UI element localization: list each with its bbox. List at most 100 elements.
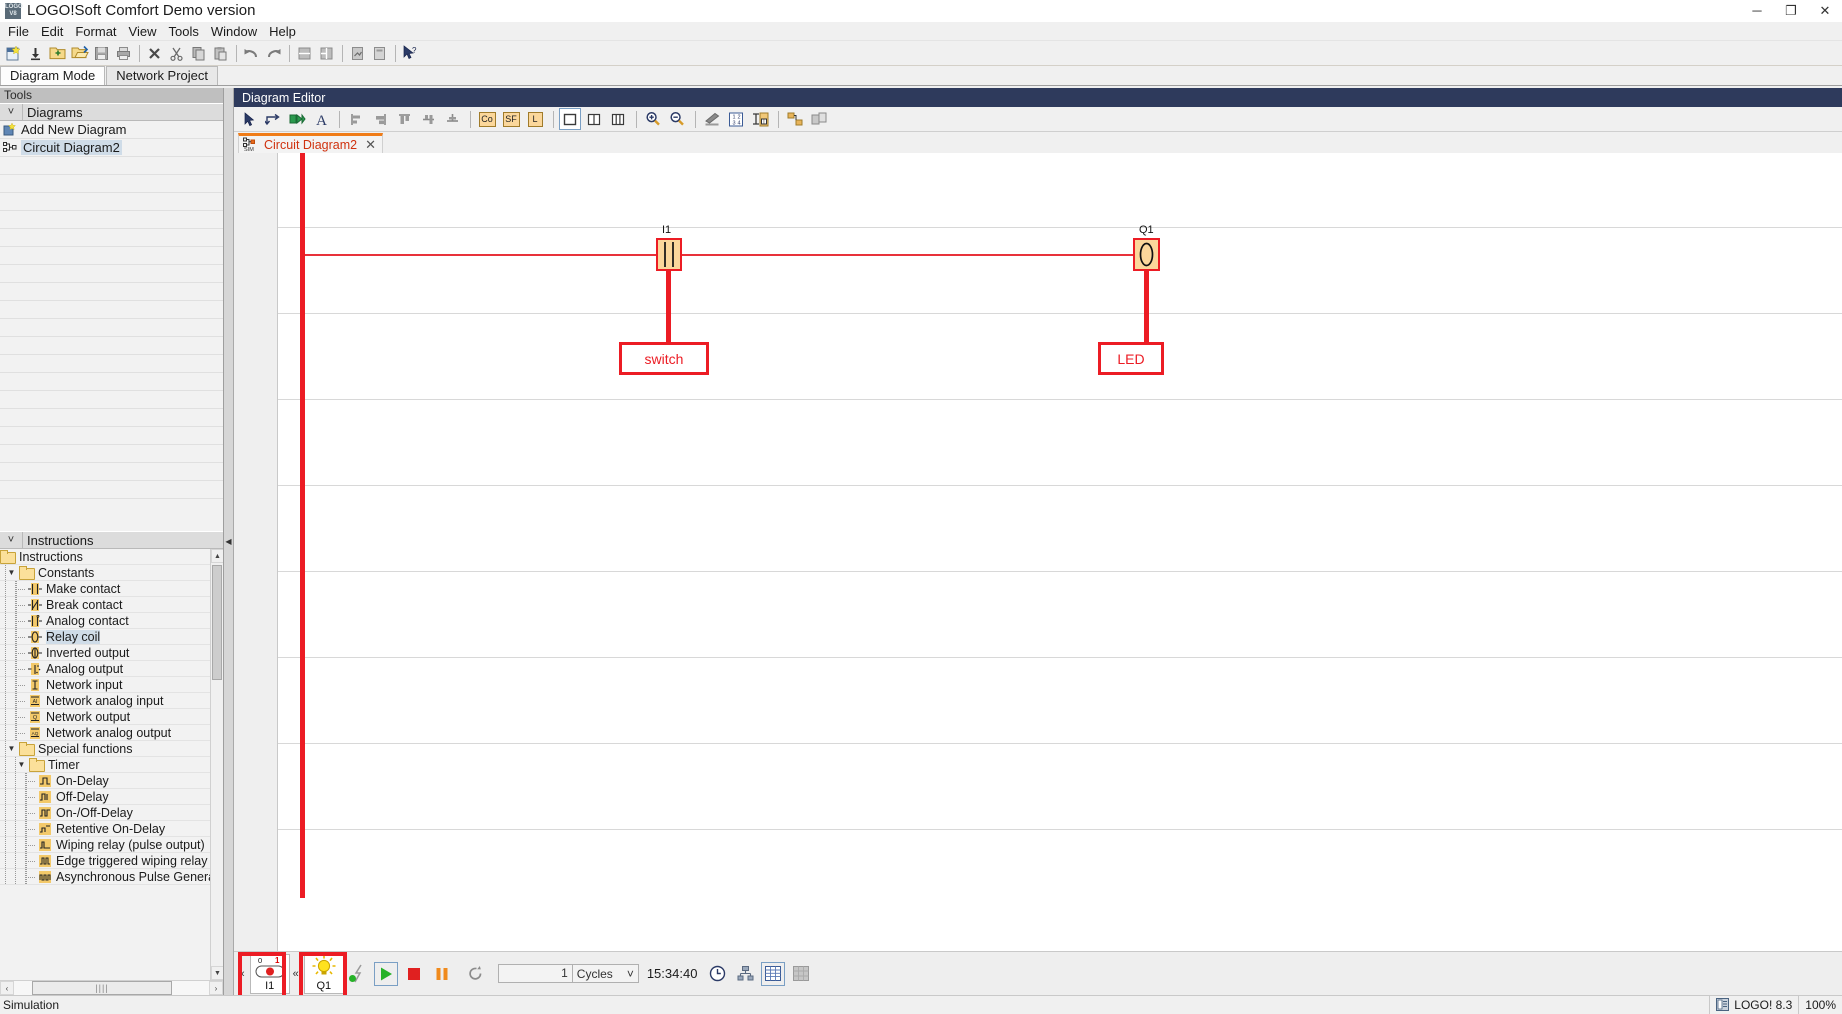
tree-item-wiping-relay-pulse-output[interactable]: Wiping relay (pulse output) — [0, 837, 223, 853]
contact-block-i1[interactable] — [656, 238, 682, 271]
undo-icon[interactable] — [241, 43, 262, 64]
three-column-view-icon[interactable] — [607, 108, 629, 130]
tree-item-constants[interactable]: ▼Constants — [0, 565, 223, 581]
tree-item-off-delay[interactable]: Off-Delay — [0, 789, 223, 805]
tab-diagram-mode[interactable]: Diagram Mode — [0, 66, 105, 85]
stop-simulation-button[interactable] — [402, 962, 426, 986]
align-left-icon[interactable] — [345, 108, 367, 130]
redo-icon[interactable] — [263, 43, 284, 64]
clock-icon[interactable] — [705, 962, 729, 986]
instructions-tree[interactable]: Instructions▼ConstantsMake contactBreak … — [0, 549, 223, 980]
cut-connection-icon[interactable] — [286, 108, 308, 130]
hscroll-track[interactable]: |||| — [14, 981, 209, 995]
copy-icon[interactable] — [188, 43, 209, 64]
power-indicator-icon[interactable] — [346, 962, 370, 986]
list-item-circuit-diagram2[interactable]: Circuit Diagram2 — [0, 139, 223, 157]
rung-wire-left[interactable] — [305, 254, 662, 256]
menu-tools[interactable]: Tools — [162, 23, 204, 40]
close-button[interactable]: ✕ — [1808, 0, 1842, 22]
cut-icon[interactable] — [166, 43, 187, 64]
menu-file[interactable]: File — [2, 23, 35, 40]
block-overview-icon[interactable] — [808, 108, 830, 130]
instructions-section-header[interactable]: ˅ Instructions — [0, 531, 223, 549]
zoom-in-icon[interactable] — [642, 108, 664, 130]
diagram-canvas[interactable]: I1 switch Q1 LED — [278, 153, 1842, 951]
table-icon[interactable] — [761, 962, 785, 986]
zoom-out-icon[interactable] — [666, 108, 688, 130]
cycles-control[interactable]: 1 Cycles ˅ — [498, 964, 639, 983]
tree-item-inverted-output[interactable]: Inverted output — [0, 645, 223, 661]
tree-item-instructions[interactable]: Instructions — [0, 549, 223, 565]
tree-item-make-contact[interactable]: Make contact — [0, 581, 223, 597]
expander-icon[interactable]: ▼ — [16, 759, 27, 770]
delete-icon[interactable] — [144, 43, 165, 64]
chevron-down-icon[interactable]: ˅ — [627, 967, 634, 981]
help-cursor-icon[interactable]: ? — [400, 43, 421, 64]
tree-item-relay-coil[interactable]: Relay coil — [0, 629, 223, 645]
tree-item-on-off-delay[interactable]: On-/Off-Delay — [0, 805, 223, 821]
align-center-h-icon[interactable] — [417, 108, 439, 130]
lines-icon[interactable]: L — [524, 108, 546, 130]
cycles-dropdown[interactable]: Cycles ˅ — [573, 964, 639, 983]
panel-collapse-handle[interactable]: ◀ — [224, 88, 234, 995]
list-item-add-new-diagram[interactable]: Add New Diagram — [0, 121, 223, 139]
pause-simulation-button[interactable] — [430, 962, 454, 986]
special-functions-icon[interactable]: SF — [500, 108, 522, 130]
sim-prev-arrows-icon[interactable]: « — [290, 968, 302, 980]
split-horizontal-icon[interactable] — [294, 43, 315, 64]
tree-item-analog-output[interactable]: Analog output — [0, 661, 223, 677]
single-view-icon[interactable] — [559, 108, 581, 130]
maximize-button[interactable]: ❐ — [1774, 0, 1808, 22]
tree-item-network-output[interactable]: QNetwork output — [0, 709, 223, 725]
start-simulation-button[interactable] — [374, 962, 398, 986]
expander-icon[interactable]: ▼ — [6, 743, 17, 754]
tree-item-network-analog-input[interactable]: AINetwork analog input — [0, 693, 223, 709]
expander-icon[interactable]: ▼ — [6, 567, 17, 578]
scroll-up-arrow-icon[interactable]: ▲ — [211, 549, 223, 563]
comment-box-led[interactable]: LED — [1098, 342, 1164, 375]
status-device-cell[interactable]: LOGO! 8.3 — [1709, 996, 1798, 1014]
pen-icon[interactable] — [701, 108, 723, 130]
open-project-icon[interactable] — [47, 43, 68, 64]
connect-tool-icon[interactable] — [262, 108, 284, 130]
tree-horizontal-scrollbar[interactable]: ‹ |||| › — [0, 980, 223, 995]
tree-item-asynchronous-pulse-generator[interactable]: Asynchronous Pulse Generator — [0, 869, 223, 885]
chevron-down-icon[interactable]: ˅ — [0, 106, 22, 118]
document-tab-circuit-diagram2[interactable]: SIM Circuit Diagram2 ✕ — [238, 133, 383, 153]
rung-wire-right[interactable] — [681, 254, 1137, 256]
page-setup-icon[interactable] — [347, 43, 368, 64]
menu-format[interactable]: Format — [69, 23, 122, 40]
tree-vertical-scrollbar[interactable]: ▲ ▼ — [210, 549, 223, 980]
minimize-button[interactable]: ─ — [1740, 0, 1774, 22]
menu-view[interactable]: View — [123, 23, 163, 40]
align-center-v-icon[interactable] — [441, 108, 463, 130]
tree-item-break-contact[interactable]: Break contact — [0, 597, 223, 613]
diagrams-section-header[interactable]: ˅ Diagrams — [0, 103, 223, 121]
selection-tool-icon[interactable] — [238, 108, 260, 130]
comment-box-switch[interactable]: switch — [619, 342, 709, 375]
cycles-input[interactable]: 1 — [498, 964, 573, 983]
tree-item-network-analog-output[interactable]: AQNetwork analog output — [0, 725, 223, 741]
constants-icon[interactable]: Co — [476, 108, 498, 130]
save-icon[interactable] — [91, 43, 112, 64]
tree-item-timer[interactable]: ▼Timer — [0, 757, 223, 773]
scrollbar-thumb[interactable] — [212, 565, 222, 680]
sim-prev-arrow-icon[interactable]: ‹ — [238, 968, 248, 980]
text-tool-icon[interactable]: A — [310, 108, 332, 130]
align-right-icon[interactable] — [369, 108, 391, 130]
print-icon[interactable] — [113, 43, 134, 64]
menu-help[interactable]: Help — [263, 23, 302, 40]
close-icon[interactable]: ✕ — [365, 137, 376, 153]
tree-item-special-functions[interactable]: ▼Special functions — [0, 741, 223, 757]
scroll-left-arrow-icon[interactable]: ‹ — [0, 981, 14, 995]
new-diagram-icon[interactable] — [3, 43, 24, 64]
import-icon[interactable] — [25, 43, 46, 64]
align-top-icon[interactable] — [393, 108, 415, 130]
chevron-down-icon[interactable]: ˅ — [0, 534, 22, 546]
split-vertical-icon[interactable] — [316, 43, 337, 64]
connector-names-icon[interactable]: I — [749, 108, 771, 130]
hscroll-thumb[interactable]: |||| — [32, 981, 172, 995]
tree-item-analog-contact[interactable]: Analog contact — [0, 613, 223, 629]
grid-numbers-icon[interactable]: 1 2 3 4 — [725, 108, 747, 130]
scroll-down-arrow-icon[interactable]: ▼ — [211, 966, 223, 980]
